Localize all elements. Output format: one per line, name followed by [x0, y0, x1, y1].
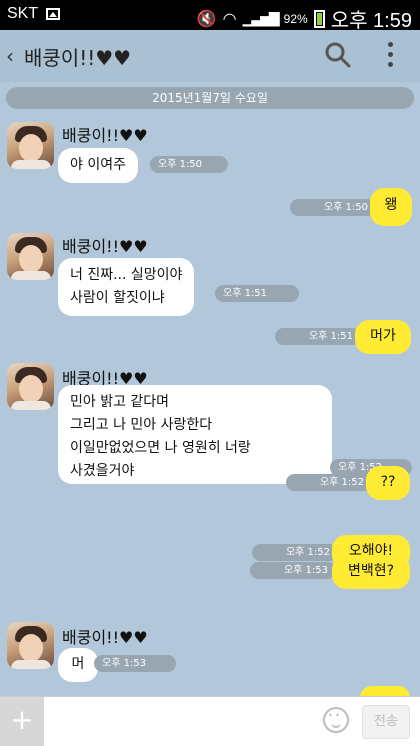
avatar[interactable] — [7, 622, 54, 669]
input-bar: + 전송 — [0, 696, 420, 746]
signal-icon: ▁▃▅▇ — [242, 10, 280, 26]
message-time: 오후 1:51 — [215, 285, 299, 302]
search-icon[interactable] — [325, 42, 351, 68]
clock: 오후 1:59 — [330, 10, 412, 32]
message-bubble[interactable]: 민아 밝고 같다며 그리고 나 민아 사랑한다 이일만없었으면 나 영원히 너랑… — [58, 385, 332, 484]
my-message-bubble[interactable]: 변백현? — [332, 555, 410, 589]
battery-icon — [313, 9, 325, 28]
mute-icon: 🔇 — [196, 10, 217, 28]
chat-title: 배쿵이!!♥♥ — [24, 46, 132, 70]
message-time: 오후 1:53 — [94, 655, 176, 672]
gallery-notification-icon — [46, 8, 60, 20]
carrier-label: SKT — [7, 5, 39, 22]
emoticon-icon[interactable] — [323, 707, 349, 733]
avatar[interactable] — [7, 233, 54, 280]
my-message-bubble[interactable]: 머가 — [355, 320, 411, 354]
date-divider: 2015년1월7일 수요일 — [6, 87, 414, 109]
message-time: 오후 1:50 — [290, 199, 376, 216]
wifi-icon: ◠ — [222, 10, 237, 28]
battery-percent: 92% — [283, 11, 308, 26]
plus-icon[interactable]: + — [0, 697, 44, 746]
message-bubble[interactable]: 야 이여주 — [58, 148, 138, 183]
sender-name: 배쿵이!!♥♥ — [62, 126, 148, 145]
chat-header: ‹ 배쿵이!!♥♥ — [0, 30, 420, 82]
back-arrow-icon[interactable]: ‹ — [6, 44, 14, 68]
message-time: 오후 1:50 — [150, 156, 228, 173]
message-bubble[interactable]: 머 — [58, 648, 98, 682]
send-button[interactable]: 전송 — [362, 705, 410, 739]
message-time: 오후 1:52 — [286, 474, 372, 491]
my-message-bubble[interactable]: 왱 — [370, 188, 412, 226]
message-bubble[interactable]: 너 진짜... 실망이야 사람이 할짓이냐 — [58, 258, 195, 316]
avatar[interactable] — [7, 122, 54, 169]
sender-name: 배쿵이!!♥♥ — [62, 628, 148, 647]
message-time: 오후 1:51 — [275, 328, 361, 345]
avatar[interactable] — [7, 363, 54, 410]
message-input[interactable] — [50, 705, 310, 739]
my-message-bubble[interactable]: ?? — [366, 466, 410, 500]
status-bar: SKT 🔇 ◠ ▁▃▅▇ 92% 오후 1:59 — [0, 0, 420, 32]
more-menu-icon[interactable] — [388, 42, 396, 70]
message-time: 오후 1:53 — [250, 562, 336, 579]
message-time: 오후 1:52 — [252, 544, 338, 561]
sender-name: 배쿵이!!♥♥ — [62, 237, 148, 256]
